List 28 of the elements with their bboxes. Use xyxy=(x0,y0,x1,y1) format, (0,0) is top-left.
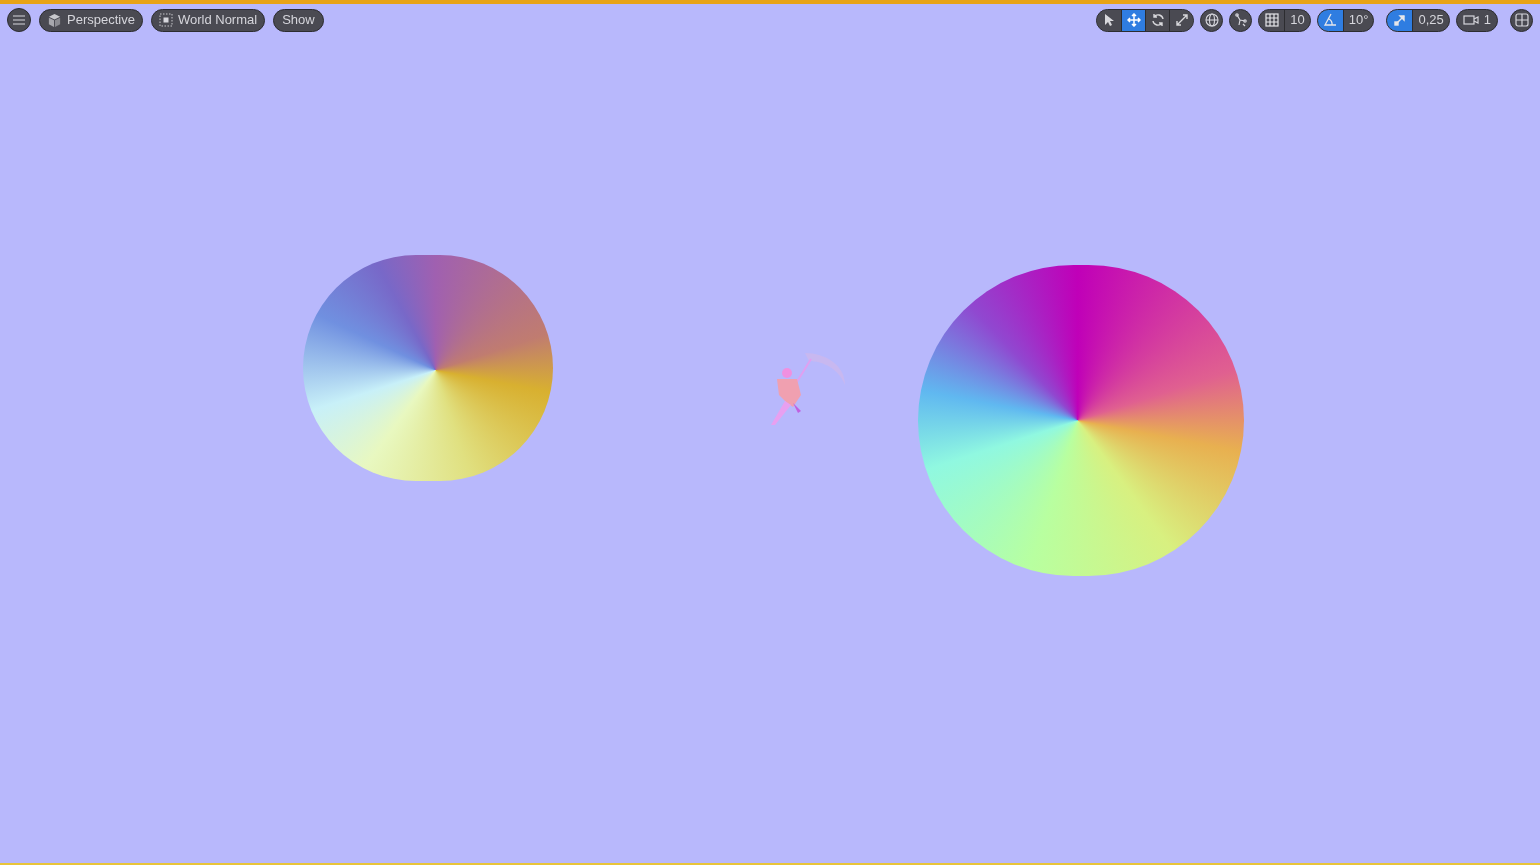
angle-snap-toggle[interactable] xyxy=(1317,9,1344,31)
scale-tool-button[interactable] xyxy=(1169,9,1194,31)
cursor-icon xyxy=(1103,13,1116,27)
rotate-icon xyxy=(1150,13,1165,27)
coordinate-system-button[interactable] xyxy=(1200,8,1224,32)
show-button[interactable]: Show xyxy=(273,8,324,32)
four-panes-icon xyxy=(1514,13,1529,27)
snap-points-icon xyxy=(1233,13,1248,27)
menu-button[interactable] xyxy=(7,8,31,32)
grid-snap-toggle[interactable] xyxy=(1259,9,1286,31)
camera-speed-button[interactable]: 1 xyxy=(1455,8,1498,32)
grid-icon xyxy=(1264,13,1279,27)
lighting-mode-button[interactable]: World Normal xyxy=(150,8,266,32)
surface-snapping-button[interactable] xyxy=(1229,8,1253,32)
move-tool-button[interactable] xyxy=(1121,9,1146,31)
scale-snap-toggle[interactable] xyxy=(1387,9,1414,31)
globe-icon xyxy=(1204,13,1219,27)
view-mode-button[interactable]: Perspective xyxy=(39,8,143,32)
cube-icon xyxy=(47,12,62,28)
viewport[interactable]: Perspective World Normal Show 10 10° 0,25 1 xyxy=(0,0,1540,865)
angle-icon xyxy=(1323,13,1338,27)
camera-icon xyxy=(1462,14,1479,26)
diagonal-arrow-icon xyxy=(1393,14,1406,26)
layout-button[interactable] xyxy=(1510,8,1533,32)
menu-icon xyxy=(13,15,25,25)
move-arrows-icon xyxy=(1126,13,1141,27)
dotted-square-icon xyxy=(158,13,173,27)
scale-icon xyxy=(1174,13,1189,27)
